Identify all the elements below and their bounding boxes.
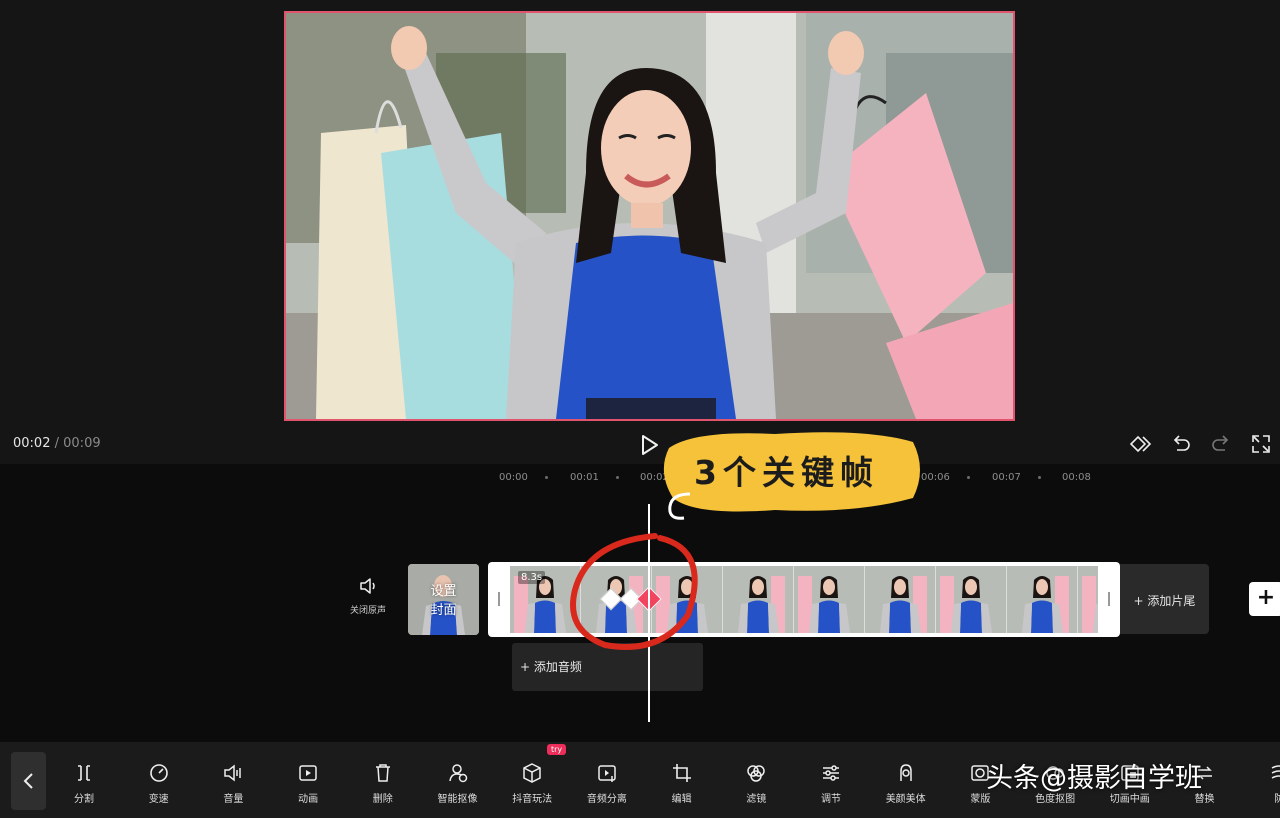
time-separator: / [54, 436, 59, 451]
add-tail-text: 添加片尾 [1147, 594, 1196, 608]
tool-stabilize[interactable]: 防 [1241, 742, 1280, 818]
tool-adjust[interactable]: 调节 [793, 742, 869, 818]
ruler-tick: 00:07 [992, 472, 1021, 483]
adjust-icon [823, 765, 839, 781]
tool-label: 编辑 [671, 794, 692, 805]
add-tail-button[interactable]: + 添加片尾 [1120, 564, 1209, 634]
tool-speed[interactable]: 变速 [121, 742, 197, 818]
cover-label-line2: 封面 [430, 603, 457, 618]
tool-label: 调节 [821, 794, 841, 805]
tool-split[interactable]: 分割 [46, 742, 122, 818]
player-bar: 00:02 / 00:09 [0, 428, 1280, 464]
player-tools [1130, 433, 1272, 455]
back-button[interactable] [11, 752, 46, 810]
chevron-left-icon [23, 773, 33, 789]
tool-label: 音量 [223, 794, 244, 805]
total-time: 00:09 [63, 436, 101, 451]
tool-label: 美颜美体 [885, 794, 926, 805]
tool-cube[interactable]: 抖音玩法 [494, 742, 570, 818]
annotation-circle [570, 492, 698, 650]
ruler-dot [616, 476, 619, 479]
smart-cutout-icon [448, 764, 467, 783]
redo-icon[interactable] [1210, 433, 1232, 455]
tool-label: 分割 [74, 794, 94, 805]
ruler-dot [967, 476, 970, 479]
keyframe-add-icon[interactable] [1130, 433, 1152, 455]
clip-frame [865, 566, 936, 633]
cover-label-line1: 设置 [430, 584, 457, 599]
set-cover-button[interactable]: 设置 封面 [408, 564, 479, 635]
cube-icon [523, 763, 541, 783]
tool-label: 变速 [148, 794, 169, 805]
crop-icon [672, 764, 691, 782]
tool-animation[interactable]: 动画 [270, 742, 346, 818]
ruler-dot [545, 476, 548, 479]
filter-icon [747, 765, 766, 782]
add-clip-button[interactable]: + [1249, 582, 1280, 616]
tool-label: 智能抠像 [437, 794, 478, 805]
clip-left-handle[interactable] [498, 592, 500, 606]
ruler-tick: 00:00 [499, 472, 528, 483]
preview-image [286, 13, 1013, 419]
ruler-dot [1038, 476, 1041, 479]
tool-beauty[interactable]: 美颜美体 [868, 742, 944, 818]
clip-frame [723, 566, 794, 633]
tool-label: 音频分离 [586, 794, 627, 805]
annotation-text: 3个关键帧 [694, 453, 879, 492]
clip-frame [794, 566, 865, 633]
tool-audio-separate[interactable]: 音频分离 [569, 742, 645, 818]
tool-label: 防 [1274, 794, 1280, 805]
video-preview[interactable] [284, 11, 1015, 421]
tool-filter[interactable]: 滤镜 [718, 742, 794, 818]
add-tail-label: + 添加片尾 [1133, 594, 1196, 608]
mute-original-button[interactable]: 关闭原声 [340, 577, 396, 616]
speaker-icon [360, 578, 375, 594]
preview-area [0, 0, 1280, 428]
audio-separate-icon [598, 765, 616, 782]
delete-icon [375, 764, 390, 782]
clip-right-handle[interactable] [1108, 592, 1110, 606]
beauty-icon [899, 764, 912, 781]
animation-icon [299, 765, 317, 781]
fullscreen-icon[interactable] [1250, 433, 1272, 455]
tool-delete[interactable]: 删除 [345, 742, 421, 818]
tool-volume[interactable]: 音量 [195, 742, 271, 818]
stabilize-icon [1271, 765, 1280, 779]
tool-smart-cutout[interactable]: 智能抠像 [420, 742, 496, 818]
tool-label: 滤镜 [746, 794, 767, 805]
clip-frame [1078, 566, 1098, 633]
watermark: 头条@摄影自学班 [986, 763, 1202, 794]
tool-label: 抖音玩法 [512, 794, 553, 805]
tool-label: 动画 [298, 794, 319, 805]
mute-original-label: 关闭原声 [349, 606, 386, 616]
clip-frame [1007, 566, 1078, 633]
speed-icon [149, 764, 168, 782]
tool-label: 删除 [372, 794, 393, 805]
clip-frame [936, 566, 1007, 633]
volume-icon [224, 764, 242, 782]
split-icon [78, 765, 90, 781]
cover-label: 设置 封面 [408, 582, 479, 620]
tool-crop[interactable]: 编辑 [644, 742, 720, 818]
clip-duration: 8.3s [518, 571, 546, 584]
undo-icon[interactable] [1170, 433, 1192, 455]
ruler-tick: 00:08 [1062, 472, 1091, 483]
timecode: 00:02 / 00:09 [13, 436, 101, 451]
current-time: 00:02 [13, 436, 51, 451]
